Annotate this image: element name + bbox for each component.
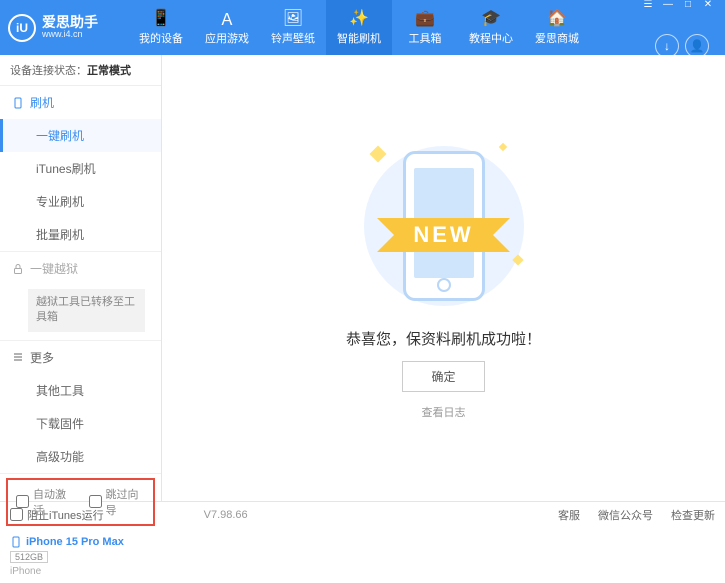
sidebar-section-jailbreak: 一键越狱 越狱工具已转移至工具箱 — [0, 252, 161, 341]
nav-smart-flash[interactable]: ✨ 智能刷机 — [326, 0, 392, 55]
sidebar: 设备连接状态：正常模式 刷机 一键刷机 iTunes刷机 专业刷机 批量刷机 一… — [0, 55, 162, 501]
phone-icon — [12, 97, 24, 109]
sidebar-item-oneclick-flash[interactable]: 一键刷机 — [0, 119, 161, 152]
nav-label: 应用游戏 — [205, 30, 249, 46]
footer-links: 客服 微信公众号 检查更新 — [558, 507, 715, 523]
logo-icon: iU — [8, 14, 36, 42]
nav-label: 铃声壁纸 — [271, 30, 315, 46]
toolbox-icon: 💼 — [416, 9, 434, 27]
status-value: 正常模式 — [87, 65, 131, 77]
nav-apps-games[interactable]: Ａ 应用游戏 — [194, 0, 260, 55]
app-title: 爱思助手 — [42, 15, 98, 30]
footer-link-support[interactable]: 客服 — [558, 507, 580, 523]
new-ribbon: NEW — [395, 218, 491, 252]
sidebar-section-more: 更多 其他工具 下载固件 高级功能 — [0, 341, 161, 474]
maximize-icon[interactable]: □ — [679, 0, 697, 12]
nav-tabs: 📱 我的设备 Ａ 应用游戏 🖼 铃声壁纸 ✨ 智能刷机 💼 工具箱 🎓 教程中心… — [128, 0, 590, 55]
nav-ringtone-wallpaper[interactable]: 🖼 铃声壁纸 — [260, 0, 326, 55]
nav-label: 我的设备 — [139, 30, 183, 46]
app-url: www.i4.cn — [42, 30, 98, 40]
jailbreak-note[interactable]: 越狱工具已转移至工具箱 — [28, 289, 145, 332]
download-icon[interactable]: ↓ — [655, 34, 679, 58]
view-log-link[interactable]: 查看日志 — [422, 404, 466, 420]
section-label: 更多 — [30, 349, 54, 366]
flash-icon: ✨ — [350, 9, 368, 27]
sidebar-section-flash: 刷机 一键刷机 iTunes刷机 专业刷机 批量刷机 — [0, 86, 161, 252]
body-area: 设备连接状态：正常模式 刷机 一键刷机 iTunes刷机 专业刷机 批量刷机 一… — [0, 55, 725, 501]
sidebar-item-itunes-flash[interactable]: iTunes刷机 — [0, 152, 161, 185]
nav-my-device[interactable]: 📱 我的设备 — [128, 0, 194, 55]
sidebar-item-download-fw[interactable]: 下载固件 — [0, 407, 161, 440]
checkbox-label: 跳过向导 — [106, 486, 146, 518]
footer-link-update[interactable]: 检查更新 — [671, 507, 715, 523]
user-icon[interactable]: 👤 — [685, 34, 709, 58]
checkbox-input[interactable] — [10, 508, 23, 521]
list-icon — [12, 351, 24, 363]
sidebar-item-pro-flash[interactable]: 专业刷机 — [0, 185, 161, 218]
connection-status: 设备连接状态：正常模式 — [0, 55, 161, 86]
sidebar-item-other-tools[interactable]: 其他工具 — [0, 374, 161, 407]
checkbox-label: 阻止iTunes运行 — [27, 507, 104, 523]
window-controls: ☰ — □ ✕ — [639, 0, 717, 12]
device-info[interactable]: iPhone 15 Pro Max 512GB iPhone — [0, 530, 161, 583]
nav-label: 工具箱 — [409, 30, 442, 46]
nav-label: 智能刷机 — [337, 30, 381, 46]
status-label: 设备连接状态： — [10, 65, 87, 77]
footer-link-wechat[interactable]: 微信公众号 — [598, 507, 653, 523]
section-label: 一键越狱 — [30, 260, 78, 277]
apps-icon: Ａ — [218, 9, 236, 27]
version-label: V7.98.66 — [204, 509, 248, 521]
device-storage: 512GB — [10, 551, 48, 563]
device-type: iPhone — [10, 566, 151, 577]
nav-label: 教程中心 — [469, 30, 513, 46]
header-right: ☰ — □ ✕ ↓ 👤 — [639, 0, 717, 58]
success-illustration: NEW — [354, 136, 534, 316]
minimize-icon[interactable]: — — [659, 0, 677, 12]
main-content: NEW 恭喜您，保资料刷机成功啦！ 确定 查看日志 — [162, 55, 725, 501]
section-label: 刷机 — [30, 94, 54, 111]
block-itunes-checkbox[interactable]: 阻止iTunes运行 — [10, 507, 104, 523]
nav-toolbox[interactable]: 💼 工具箱 — [392, 0, 458, 55]
app-header: iU 爱思助手 www.i4.cn 📱 我的设备 Ａ 应用游戏 🖼 铃声壁纸 ✨… — [0, 0, 725, 55]
tutorial-icon: 🎓 — [482, 9, 500, 27]
sidebar-item-advanced[interactable]: 高级功能 — [0, 440, 161, 473]
device-model: iPhone 15 Pro Max — [10, 536, 151, 548]
nav-store[interactable]: 🏠 爱思商城 — [524, 0, 590, 55]
confirm-button[interactable]: 确定 — [402, 361, 484, 392]
device-icon: 📱 — [152, 9, 170, 27]
sidebar-head-jailbreak[interactable]: 一键越狱 — [0, 252, 161, 285]
sidebar-head-more[interactable]: 更多 — [0, 341, 161, 374]
device-small-icon — [10, 536, 22, 548]
sidebar-item-batch-flash[interactable]: 批量刷机 — [0, 218, 161, 251]
logo-area[interactable]: iU 爱思助手 www.i4.cn — [8, 14, 128, 42]
nav-label: 爱思商城 — [535, 30, 579, 46]
lock-icon — [12, 263, 24, 275]
wallpaper-icon: 🖼 — [284, 9, 302, 27]
success-message: 恭喜您，保资料刷机成功啦！ — [346, 328, 541, 349]
sidebar-head-flash[interactable]: 刷机 — [0, 86, 161, 119]
nav-tutorials[interactable]: 🎓 教程中心 — [458, 0, 524, 55]
close-icon[interactable]: ✕ — [699, 0, 717, 12]
store-icon: 🏠 — [548, 9, 566, 27]
logo-text: 爱思助手 www.i4.cn — [42, 15, 98, 40]
device-model-text: iPhone 15 Pro Max — [26, 536, 124, 548]
menu-icon[interactable]: ☰ — [639, 0, 657, 12]
